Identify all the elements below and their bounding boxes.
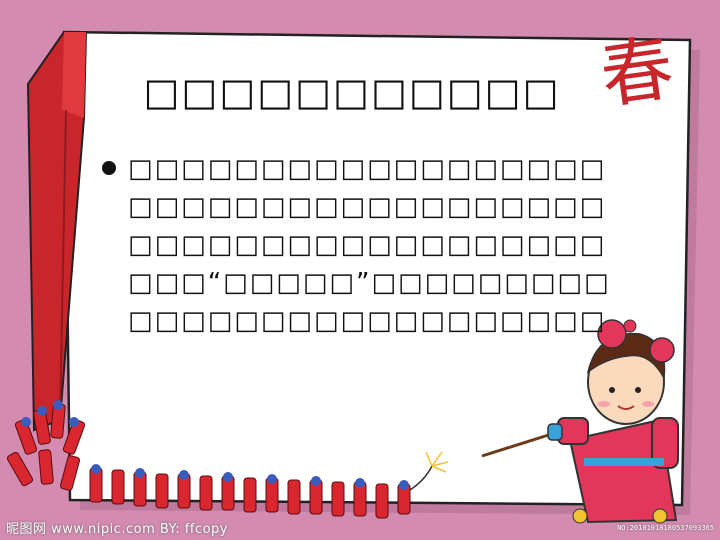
- spring-character-decoration: 春: [595, 25, 679, 119]
- slide-title: □□□□□□□□□□□: [143, 70, 561, 114]
- bullet-dot: [102, 161, 116, 175]
- slide: 春 □□□□□□□□□□□ □□□□□□□□□□□□□□□□□□□□□□□□□□…: [0, 0, 720, 540]
- watermark-left: 昵图网 www.nipic.com BY: ffcopy: [6, 522, 228, 537]
- bullet-text: □□□□□□□□□□□□□□□□□□□□□□□□□□□□□□□□□□□□□□□□…: [128, 154, 611, 336]
- watermark-right: NO:20101018180537093365: [617, 524, 714, 532]
